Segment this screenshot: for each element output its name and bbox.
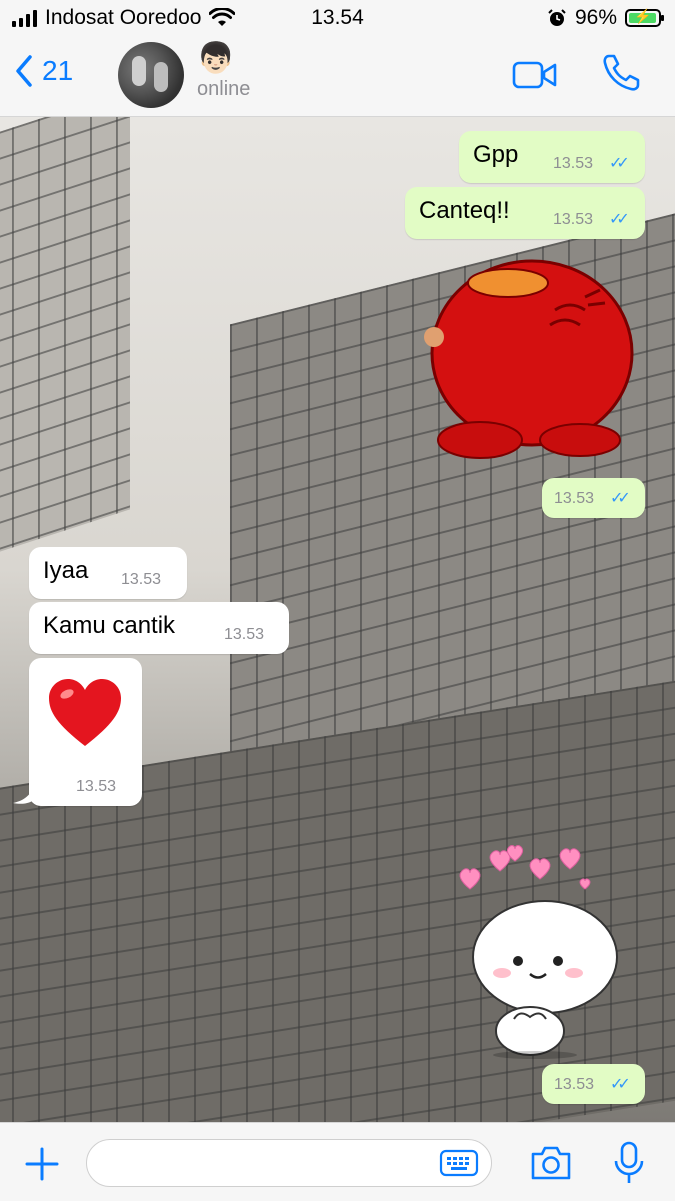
- message-text: Kamu cantik: [43, 612, 176, 639]
- message-text: Canteq!!: [419, 197, 510, 224]
- message-bubble-incoming[interactable]: Iyaa 13.53: [29, 547, 187, 599]
- message-input[interactable]: [86, 1139, 492, 1187]
- contact-info[interactable]: 👦🏻 online: [197, 42, 250, 101]
- message-time: 13.53: [121, 571, 162, 588]
- message-time: 13.53: [224, 626, 265, 643]
- read-ticks-icon: ✓✓: [609, 155, 630, 172]
- sticker-time-badge: 13.53 ✓✓: [542, 478, 645, 518]
- message-time: 13.53: [554, 1076, 595, 1093]
- background-building-left: [0, 117, 130, 565]
- message-text: Gpp: [473, 141, 519, 168]
- contact-avatar[interactable]: [118, 42, 184, 108]
- read-ticks-icon: ✓✓: [610, 1076, 631, 1093]
- read-ticks-icon: ✓✓: [609, 211, 630, 228]
- battery-percent: 96%: [574, 6, 617, 29]
- back-chevron-icon: [16, 55, 32, 87]
- white-character-hearts-sticker[interactable]: [440, 839, 640, 1059]
- message-bubble-outgoing[interactable]: Canteq!! 13.53 ✓✓: [405, 187, 645, 239]
- red-blob-sticker[interactable]: [420, 255, 645, 465]
- message-time: 13.53: [76, 778, 117, 795]
- bubble-tail: [13, 781, 35, 804]
- message-bubble-incoming[interactable]: ❤️ 13.53: [29, 658, 142, 806]
- chat-header: 21 👦🏻 online: [0, 36, 675, 117]
- video-call-icon[interactable]: [512, 60, 558, 90]
- message-bubble-outgoing[interactable]: Gpp 13.53 ✓✓: [459, 131, 645, 183]
- back-button[interactable]: 21: [14, 54, 73, 88]
- read-ticks-icon: ✓✓: [610, 490, 631, 507]
- message-bubble-incoming[interactable]: Kamu cantik 13.53: [29, 602, 289, 654]
- alarm-icon: [548, 9, 566, 26]
- message-time: 13.53: [554, 490, 595, 507]
- phone-call-icon[interactable]: [600, 52, 642, 94]
- contact-status: online: [197, 78, 251, 100]
- camera-icon[interactable]: [529, 1144, 573, 1182]
- message-text: Iyaa: [43, 557, 89, 584]
- composer-bar: [0, 1122, 675, 1201]
- contact-name: 👦🏻: [197, 42, 235, 75]
- back-count: 21: [42, 55, 74, 86]
- keyboard-icon[interactable]: [439, 1149, 479, 1177]
- microphone-icon[interactable]: [612, 1141, 646, 1185]
- message-time: 13.53: [553, 211, 594, 228]
- message-time: 13.53: [553, 155, 594, 172]
- plus-icon[interactable]: [24, 1146, 60, 1182]
- chat-area[interactable]: Gpp 13.53 ✓✓ Canteq!! 13.53 ✓✓ 13.53 ✓✓ …: [0, 117, 675, 1122]
- status-bar: Indosat Ooredoo 13.54 96% ⚡: [0, 0, 675, 36]
- heart-emoji: [49, 679, 121, 746]
- sticker-time-badge: 13.53 ✓✓: [542, 1064, 645, 1104]
- battery-icon: ⚡: [625, 8, 664, 27]
- status-right: 96% ⚡: [547, 6, 664, 30]
